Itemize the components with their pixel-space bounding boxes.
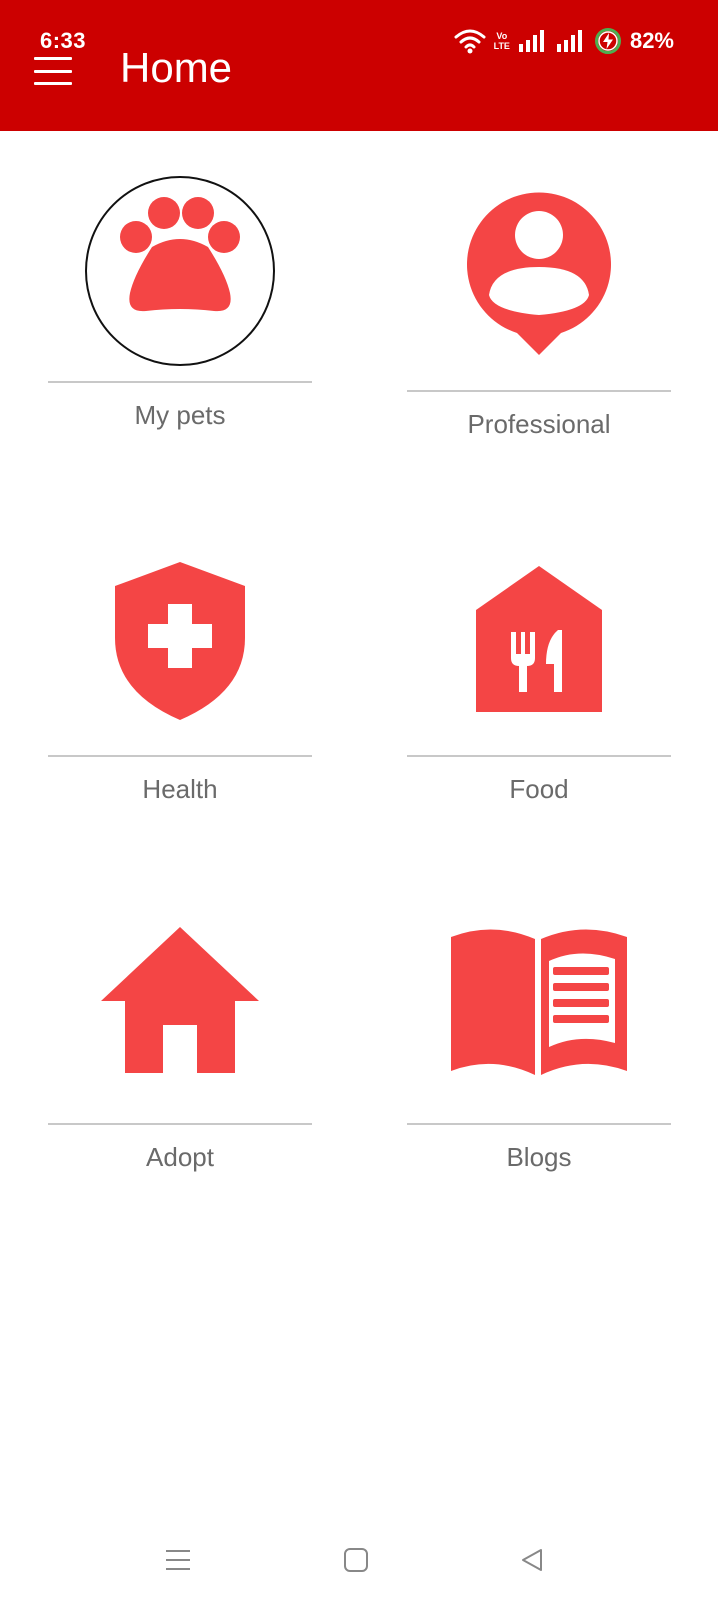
tile-my-pets[interactable]: My pets xyxy=(48,175,312,475)
health-shield-icon xyxy=(115,562,245,720)
divider xyxy=(48,1123,312,1125)
tile-adopt[interactable]: Adopt xyxy=(48,925,312,1225)
page-title: Home xyxy=(120,44,233,91)
status-icons: Vo LTE 82% xyxy=(454,26,674,56)
professional-pin-icon xyxy=(467,192,611,355)
hamburger-menu-icon[interactable] xyxy=(34,55,74,87)
house-icon xyxy=(101,927,259,1073)
tile-label: Adopt xyxy=(146,1142,214,1172)
status-time: 6:33 xyxy=(40,28,87,53)
divider xyxy=(48,755,312,757)
tile-label: Blogs xyxy=(506,1142,572,1172)
tile-label: Food xyxy=(509,774,569,804)
signal-icon xyxy=(518,30,544,52)
back-icon[interactable] xyxy=(512,1540,552,1580)
recents-icon[interactable] xyxy=(158,1540,198,1580)
system-nav-bar xyxy=(0,1510,718,1599)
battery-level: 82% xyxy=(629,28,674,53)
volte-icon: Vo LTE xyxy=(493,31,510,51)
battery-charging-icon xyxy=(594,28,621,54)
tile-professional[interactable]: Professional xyxy=(407,175,671,475)
wifi-icon xyxy=(454,29,486,54)
app-bar: 6:33 Vo LTE 82% Home xyxy=(0,0,718,131)
tile-label: My pets xyxy=(134,400,226,430)
home-nav-icon[interactable] xyxy=(336,1540,376,1580)
paw-icon xyxy=(85,176,275,366)
divider xyxy=(407,390,671,392)
tile-blogs[interactable]: Blogs xyxy=(407,925,671,1225)
divider xyxy=(407,755,671,757)
food-house-icon xyxy=(476,566,602,712)
tile-label: Health xyxy=(142,774,218,804)
divider xyxy=(48,381,312,383)
tile-label: Professional xyxy=(467,409,611,439)
tile-food[interactable]: Food xyxy=(407,560,671,860)
divider xyxy=(407,1123,671,1125)
signal-icon xyxy=(556,30,582,52)
tile-health[interactable]: Health xyxy=(48,560,312,860)
open-book-icon xyxy=(451,929,627,1075)
